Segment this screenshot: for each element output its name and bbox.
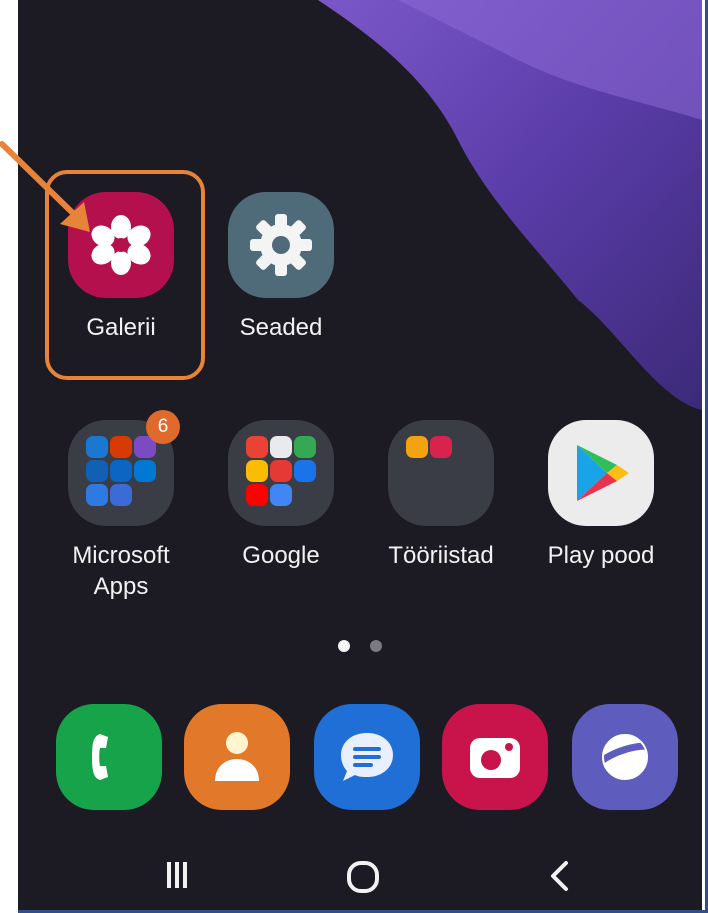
app-label-tooriistad: Tööriistad bbox=[388, 542, 494, 569]
phone-screen: Galerii Seaded 6 Microsoft Apps Google T… bbox=[18, 0, 702, 913]
page-indicator-dot bbox=[370, 640, 382, 652]
phone-icon[interactable] bbox=[56, 704, 162, 810]
recent-apps-icon[interactable] bbox=[166, 860, 188, 895]
settings-icon bbox=[228, 192, 334, 298]
tools-folder-icon bbox=[388, 420, 494, 526]
back-icon[interactable] bbox=[548, 860, 570, 897]
folder-microsoft-apps[interactable]: 6 Microsoft Apps bbox=[46, 410, 196, 602]
play-store-icon bbox=[548, 420, 654, 526]
microsoft-apps-folder-icon: 6 bbox=[68, 410, 180, 526]
google-folder-icon bbox=[228, 420, 334, 526]
notification-badge: 6 bbox=[146, 410, 180, 444]
app-label-seaded: Seaded bbox=[239, 314, 323, 341]
annotation-arrow bbox=[0, 141, 90, 232]
app-label-google: Google bbox=[242, 542, 320, 569]
home-icon[interactable] bbox=[346, 860, 380, 899]
app-label-play-pood: Play pood bbox=[547, 542, 655, 569]
folder-tooriistad[interactable]: Tööriistad bbox=[366, 420, 516, 571]
folder-google[interactable]: Google bbox=[206, 420, 356, 571]
camera-icon[interactable] bbox=[442, 704, 548, 810]
app-play-pood[interactable]: Play pood bbox=[526, 420, 676, 571]
app-seaded[interactable]: Seaded bbox=[206, 192, 356, 343]
page-indicator-dot-active bbox=[338, 640, 350, 652]
app-label-microsoft: Microsoft Apps bbox=[72, 542, 170, 600]
messages-icon[interactable] bbox=[314, 704, 420, 810]
contacts-icon[interactable] bbox=[184, 704, 290, 810]
internet-icon[interactable] bbox=[572, 704, 678, 810]
